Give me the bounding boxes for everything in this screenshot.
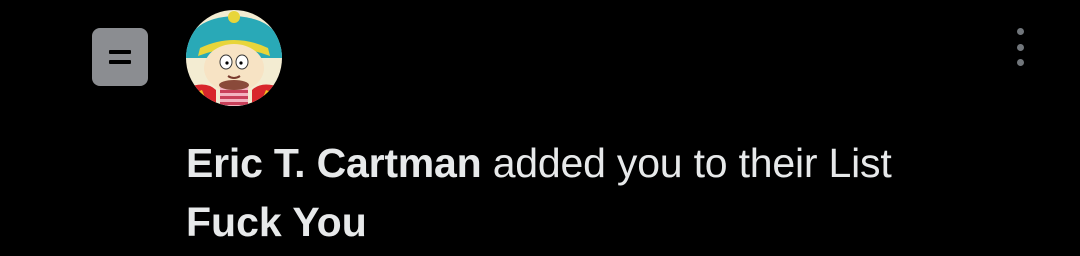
action-text: added you to their List: [492, 140, 892, 186]
list-notification[interactable]: Eric T. Cartman added you to their List …: [0, 0, 1080, 256]
more-options-icon: [1016, 28, 1024, 35]
list-name-link[interactable]: Fuck You: [186, 197, 367, 247]
notification-message: Eric T. Cartman added you to their List: [186, 138, 1046, 188]
list-icon: [92, 28, 148, 86]
avatar-image: [186, 10, 282, 106]
avatar[interactable]: [186, 10, 282, 106]
user-name-link[interactable]: Eric T. Cartman: [186, 140, 482, 186]
more-options-button[interactable]: [1008, 26, 1032, 68]
